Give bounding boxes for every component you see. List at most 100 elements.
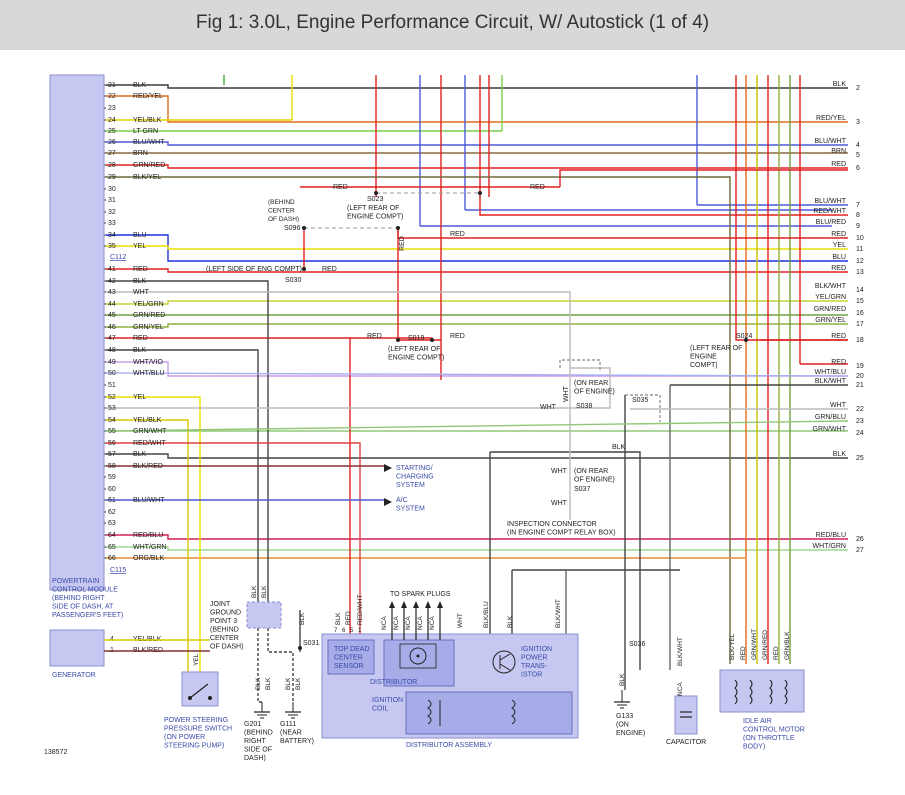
- s019-note-line-2: ENGINE COMPT): [388, 355, 444, 362]
- vertical-wire-label-28: RED: [773, 646, 780, 660]
- right-ref-number-5: 5: [856, 152, 860, 159]
- vertical-wire-label-21: BLK: [619, 673, 626, 686]
- g111-line-1: G111: [280, 721, 296, 728]
- pin-number-51: 51: [108, 382, 116, 389]
- pin-wire-label-43: WHT: [133, 289, 150, 296]
- s024-note-line-1: (LEFT REAR OF: [690, 345, 742, 352]
- distributor-assembly-label: DISTRIBUTOR ASSEMBLY: [406, 742, 492, 749]
- wire-label-red-s023: RED: [333, 184, 348, 191]
- s038-note-line-2: OF ENGINE): [574, 389, 615, 396]
- s038-label: S038: [576, 403, 592, 410]
- dist-pin-7: 7: [334, 628, 338, 634]
- right-ref-number-7: 7: [856, 202, 860, 209]
- vertical-wire-label-18: BLK: [265, 677, 272, 690]
- iac-line-1: IDLE AIR: [743, 718, 772, 725]
- vertical-wire-label-24: BLK/YEL: [729, 633, 736, 660]
- pin-wire-label-41: RED: [133, 266, 148, 273]
- right-wire-label-5: BRN: [831, 148, 846, 155]
- right-ref-number-15: 15: [856, 298, 864, 305]
- generator: [49, 629, 105, 667]
- pin-wire-label-61: BLU/WHT: [133, 497, 165, 504]
- vertical-wire-label-20: BLK: [295, 677, 302, 690]
- vertical-wire-label-14: BLK: [507, 615, 514, 628]
- right-ref-number-13: 13: [856, 269, 864, 276]
- vertical-wire-label-4: BLK: [335, 612, 342, 625]
- pin-number-59: 59: [108, 474, 116, 481]
- spark-plugs-label: TO SPARK PLUGS: [390, 591, 451, 598]
- g133-label: G133 (ONENGINE): [616, 713, 645, 737]
- right-ref-number-26: 26: [856, 536, 864, 543]
- joint-ground-line-3: POINT 3: [210, 618, 237, 625]
- wire-label-blk-s035: BLK: [612, 444, 626, 451]
- wire-red-10: [397, 228, 848, 239]
- wire-label-red-s023-right: RED: [530, 184, 545, 191]
- wire-pin-42: [106, 280, 269, 602]
- vertical-wire-label-27: GRN/RED: [762, 630, 769, 660]
- pin-wire-label-44: YEL/GRN: [133, 301, 164, 308]
- ignition-coil-line-1: IGNITION: [372, 697, 403, 704]
- s019-splice-dot-2: [430, 338, 434, 342]
- g111-line-3: BATTERY): [280, 738, 314, 745]
- right-ref-number-23: 23: [856, 418, 864, 425]
- pin-wire-label-42: BLK: [133, 278, 147, 285]
- s096-note-line-1: (BEHIND: [268, 199, 295, 206]
- c112-connector-label: C112: [110, 254, 126, 261]
- s036-label: S036: [629, 641, 645, 648]
- pin-number-64: 64: [108, 532, 116, 539]
- vertical-wire-label-26: GRN/WHT: [751, 629, 758, 660]
- pin-wire-label-26: BLU/WHT: [133, 139, 165, 146]
- right-wire-label-6: RED: [831, 161, 846, 168]
- pin-number-58: 58: [108, 463, 116, 470]
- right-wire-label-20: WHT/BLU: [815, 369, 847, 376]
- pin-wire-label-48: BLK: [133, 347, 147, 354]
- capacitor: [674, 695, 698, 735]
- joint-ground-label: JOINT GROUNDPOINT 3 (BEHINDCENTER OF DASH): [210, 601, 243, 651]
- right-ref-number-24: 24: [856, 430, 864, 437]
- right-wire-label-2: BLK: [833, 81, 847, 88]
- right-wire-label-21: BLK/WHT: [815, 378, 847, 385]
- s023-splice-dot: [374, 191, 378, 195]
- g133-line-1: G133: [616, 713, 633, 720]
- pcm-label-line-1: POWERTRAIN: [52, 578, 99, 585]
- starting-charging-label-line-1: STARTING/: [396, 465, 433, 472]
- vertical-wire-label-17: BLK: [255, 677, 262, 690]
- ps-switch-label: POWER STEERING PRESSURE SWITCH(ON POWER ST…: [164, 717, 232, 750]
- iac-line-3: (ON THROTTLE: [743, 735, 795, 742]
- iac-line-2: CONTROL MOTOR: [743, 727, 805, 734]
- pin-number-33: 33: [108, 220, 116, 227]
- pin-number-65: 65: [108, 544, 116, 551]
- pin-number-23: 23: [108, 105, 116, 112]
- wire-pin-64: [106, 534, 848, 540]
- vertical-wire-label-11: NCA: [429, 616, 436, 630]
- right-wire-label-23: GRN/BLU: [815, 414, 846, 421]
- right-wire-label-18: RED: [831, 333, 846, 340]
- wire-label-red-10: RED: [450, 231, 465, 238]
- vertical-wire-label-15: BLK/WHT: [555, 599, 562, 628]
- wire-red-6: [559, 169, 848, 187]
- vertical-wire-label-16: YEL: [193, 653, 200, 666]
- s096-note-line-3: OF DASH): [268, 216, 299, 223]
- wire-pin-57: [106, 453, 848, 459]
- dist-pin-1: 1: [358, 628, 362, 634]
- ps-switch-line-2: PRESSURE SWITCH: [164, 726, 232, 733]
- wire-label-wht-s037: WHT: [551, 468, 568, 475]
- right-wire-label-10: RED: [831, 231, 846, 238]
- joint-ground-line-1: JOINT: [210, 601, 231, 608]
- right-ref-number-22: 22: [856, 406, 864, 413]
- wire-pin-48: [106, 349, 259, 602]
- s030-label: S030: [285, 277, 301, 284]
- page-title: Fig 1: 3.0L, Engine Performance Circuit,…: [195, 12, 710, 33]
- right-wire-label-9: BLU/RED: [816, 219, 846, 226]
- pin-wire-label-58: BLK/RED: [133, 463, 163, 470]
- wire-pin-47: [106, 337, 351, 634]
- vertical-wire-label-19: BLK: [285, 677, 292, 690]
- pin-number-57: 57: [108, 451, 116, 458]
- pin-wire-label-34: BLU: [133, 232, 147, 239]
- vertical-wire-label-5: RED: [345, 611, 352, 625]
- g201-line-5: DASH): [244, 755, 266, 762]
- vertical-wire-label-6: RED/WHT: [357, 595, 364, 625]
- right-wire-label-17: GRN/YEL: [815, 317, 846, 324]
- right-ref-number-12: 12: [856, 258, 864, 265]
- pin-wire-label-35: YEL: [133, 243, 146, 250]
- vertical-wire-label-2: BLK: [261, 585, 268, 598]
